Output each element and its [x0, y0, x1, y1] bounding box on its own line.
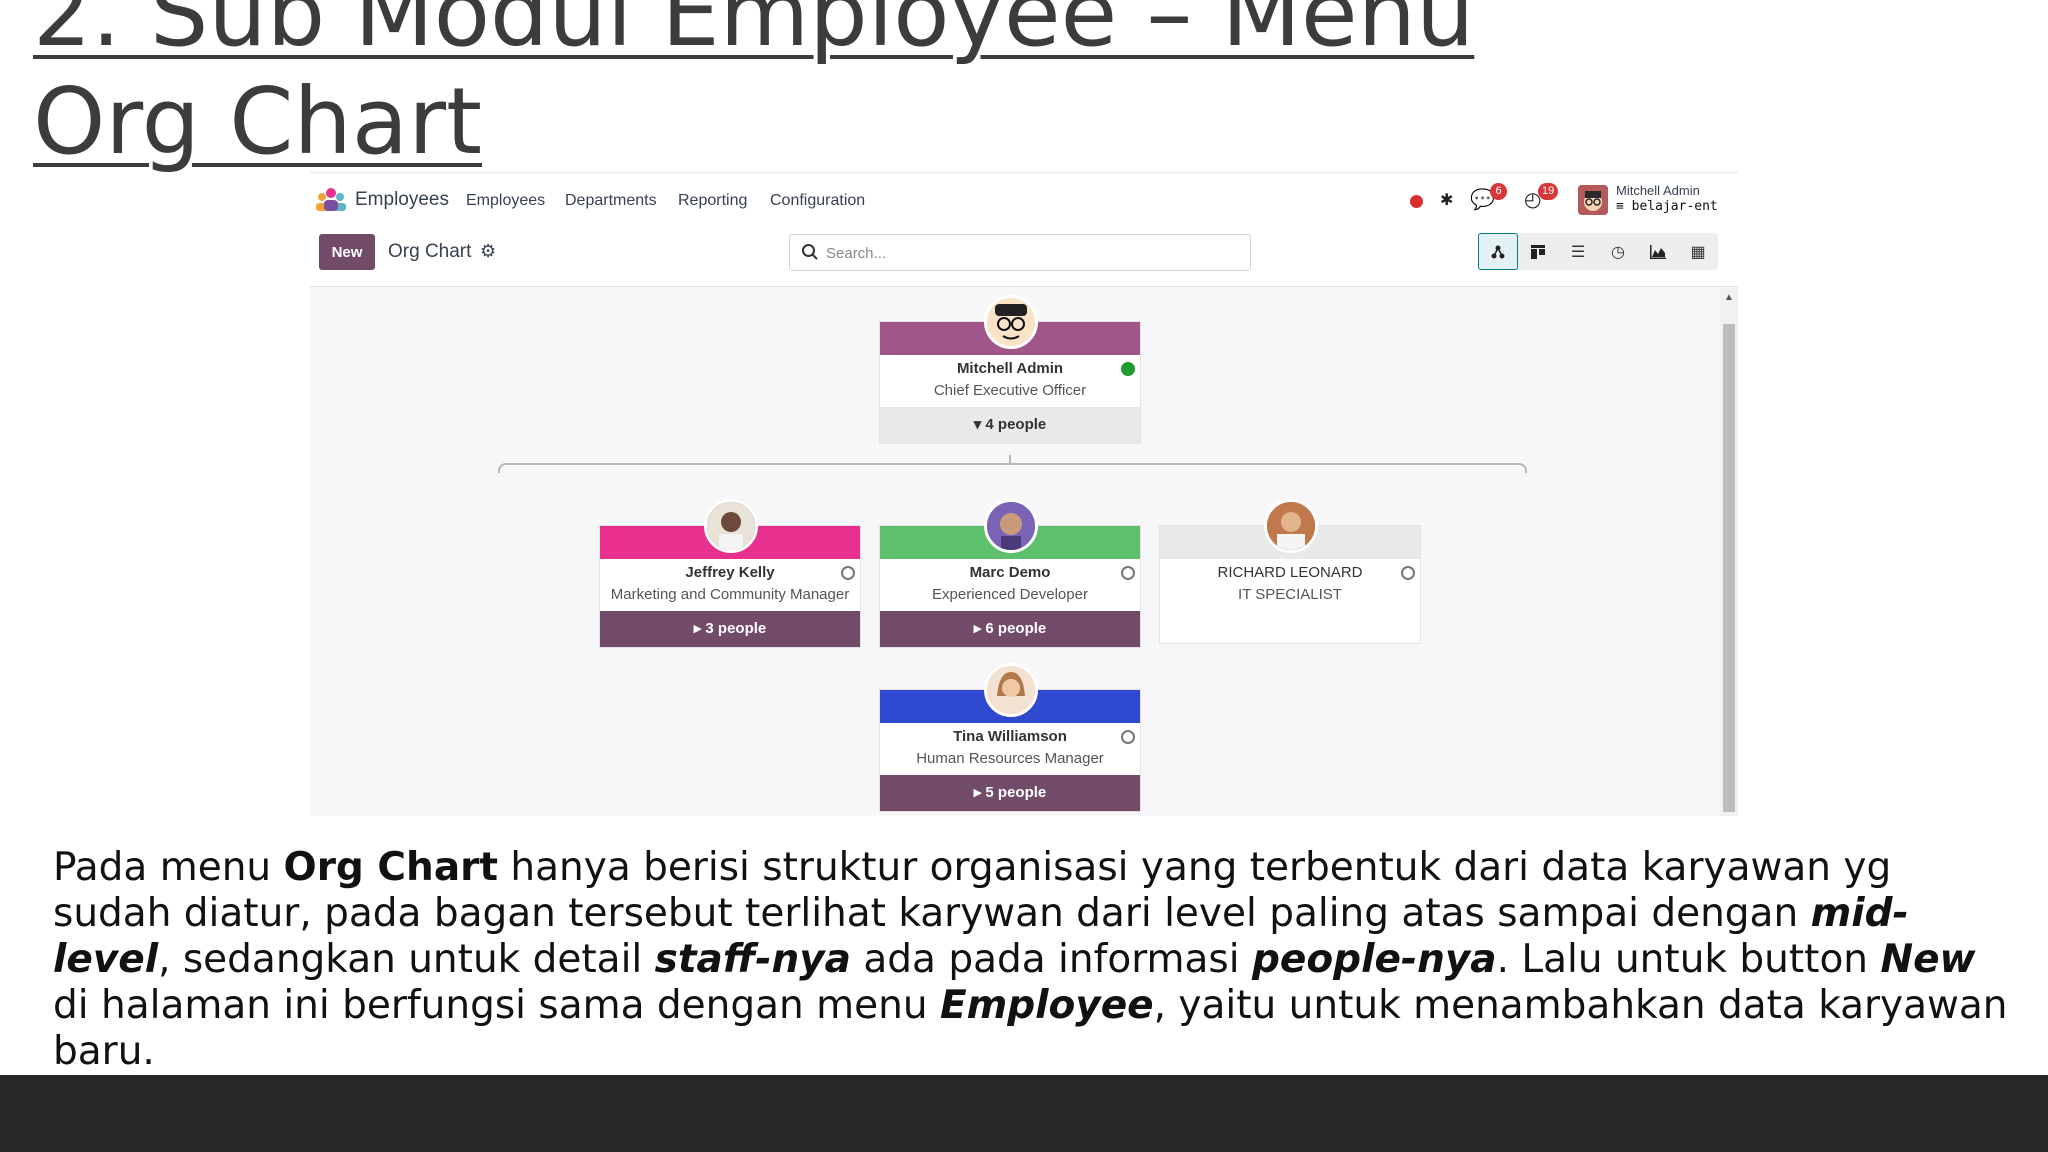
odoo-screenshot: Employees Employees Departments Reportin… [310, 172, 1738, 816]
hierarchy-view-icon[interactable] [1478, 233, 1518, 270]
presence-online-icon [1121, 362, 1135, 376]
search-input[interactable] [826, 241, 1236, 265]
control-panel: New Org Chart ⚙ ☰ ◷ ▦ [310, 227, 1738, 287]
employee-name[interactable]: Mitchell Admin [880, 358, 1140, 380]
record-status-icon[interactable] [1410, 195, 1423, 208]
caret-right-icon: ▸ [973, 620, 982, 637]
presence-offline-icon [841, 566, 855, 580]
employee-job: IT SPECIALIST [1238, 586, 1342, 603]
people-count: 3 people [705, 620, 767, 637]
employee-card[interactable]: Jeffrey Kelly Marketing and Community Ma… [599, 499, 861, 648]
employee-card[interactable]: RICHARD LEONARD IT SPECIALIST [1159, 499, 1421, 644]
presence-offline-icon [1401, 566, 1415, 580]
search-icon [802, 244, 818, 260]
people-toggle[interactable]: ▸ 6 people [880, 611, 1140, 647]
caret-right-icon: ▸ [973, 784, 982, 801]
employee-job: Marketing and Community Manager [610, 586, 850, 603]
employee-avatar[interactable] [704, 499, 758, 553]
graph-view-icon[interactable] [1638, 233, 1678, 270]
employee-avatar[interactable] [984, 499, 1038, 553]
menu-configuration[interactable]: Configuration [770, 192, 865, 210]
gear-icon[interactable]: ⚙ [480, 241, 496, 262]
employee-job: Experienced Developer [932, 586, 1088, 603]
database-name-text: belajar-ent [1631, 199, 1718, 214]
description-text: Pada menu Org Chart hanya berisi struktu… [53, 845, 2013, 1075]
employees-app-icon[interactable] [316, 187, 346, 211]
people-toggle[interactable]: ▸ 5 people [880, 775, 1140, 811]
desc-bold-employee: Employee [939, 983, 1154, 1028]
desc-text: di halaman ini berfungsi sama dengan men… [53, 983, 940, 1028]
desc-text: Pada menu [53, 845, 284, 890]
caret-right-icon: ▸ [693, 620, 702, 637]
view-switcher: ☰ ◷ ▦ [1478, 233, 1718, 270]
user-name[interactable]: Mitchell Admin [1616, 183, 1700, 198]
activity-badge: 19 [1538, 183, 1559, 200]
employee-name[interactable]: Marc Demo [880, 562, 1140, 584]
people-toggle[interactable]: ▸ 3 people [600, 611, 860, 647]
presence-offline-icon [1121, 730, 1135, 744]
desc-bold-new: New [1880, 937, 1976, 982]
footer-bar [0, 1075, 2048, 1152]
employee-avatar[interactable] [984, 295, 1038, 349]
employee-card[interactable]: Marc Demo Experienced Developer ▸ 6 peop… [879, 499, 1141, 648]
people-count: 5 people [985, 784, 1047, 801]
employee-card[interactable]: Tina Williamson Human Resources Manager … [879, 663, 1141, 812]
menu-employees[interactable]: Employees [466, 192, 545, 210]
chat-badge: 6 [1490, 183, 1507, 200]
desc-text: ada pada informasi [851, 937, 1252, 982]
employee-avatar[interactable] [1264, 499, 1318, 553]
employee-job: Human Resources Manager [916, 750, 1104, 767]
org-chart-area: Mitchell Admin Chief Executive Officer ▾… [310, 288, 1720, 816]
employee-job: Chief Executive Officer [933, 382, 1087, 399]
desc-bold-staff: staff-nya [654, 937, 851, 982]
employee-name[interactable]: Jeffrey Kelly [600, 562, 860, 584]
caret-down-icon: ▾ [973, 416, 982, 433]
org-connector-line [498, 463, 1527, 473]
presence-offline-icon [1121, 566, 1135, 580]
kanban-view-icon[interactable] [1518, 233, 1558, 270]
new-button[interactable]: New [319, 234, 375, 270]
org-connector-stem [1009, 455, 1011, 465]
database-name: ≡ belajar-ent [1616, 199, 1718, 214]
scrollbar-thumb[interactable] [1723, 324, 1735, 812]
people-toggle[interactable]: ▾ 4 people [880, 407, 1140, 443]
top-navbar: Employees Employees Departments Reportin… [310, 173, 1738, 227]
menu-departments[interactable]: Departments [565, 192, 657, 210]
people-count: 4 people [985, 416, 1047, 433]
activity-view-icon[interactable]: ◷ [1598, 233, 1638, 270]
scrollbar[interactable]: ▲ [1720, 288, 1738, 816]
people-count: 6 people [985, 620, 1047, 637]
search-bar[interactable] [789, 234, 1251, 271]
pivot-view-icon[interactable]: ▦ [1678, 233, 1718, 270]
employee-name[interactable]: Tina Williamson [880, 726, 1140, 748]
employee-avatar[interactable] [984, 663, 1038, 717]
desc-bold-people: people-nya [1252, 937, 1497, 982]
app-name[interactable]: Employees [355, 189, 449, 211]
slide-title: 2. Sub Modul Employee – Menu Org Chart [33, 0, 1475, 175]
scroll-up-icon[interactable]: ▲ [1724, 292, 1734, 303]
employee-name[interactable]: RICHARD LEONARD [1160, 562, 1420, 584]
menu-reporting[interactable]: Reporting [678, 192, 747, 210]
employee-card-root[interactable]: Mitchell Admin Chief Executive Officer ▾… [879, 295, 1141, 444]
desc-bold-org-chart: Org Chart [283, 845, 499, 890]
debug-icon[interactable]: ✱ [1440, 190, 1453, 210]
user-avatar[interactable] [1578, 185, 1608, 215]
breadcrumb: Org Chart [388, 241, 472, 262]
desc-text: , sedangkan untuk detail [158, 937, 655, 982]
list-view-icon[interactable]: ☰ [1558, 233, 1598, 270]
desc-text: . Lalu untuk button [1496, 937, 1881, 982]
